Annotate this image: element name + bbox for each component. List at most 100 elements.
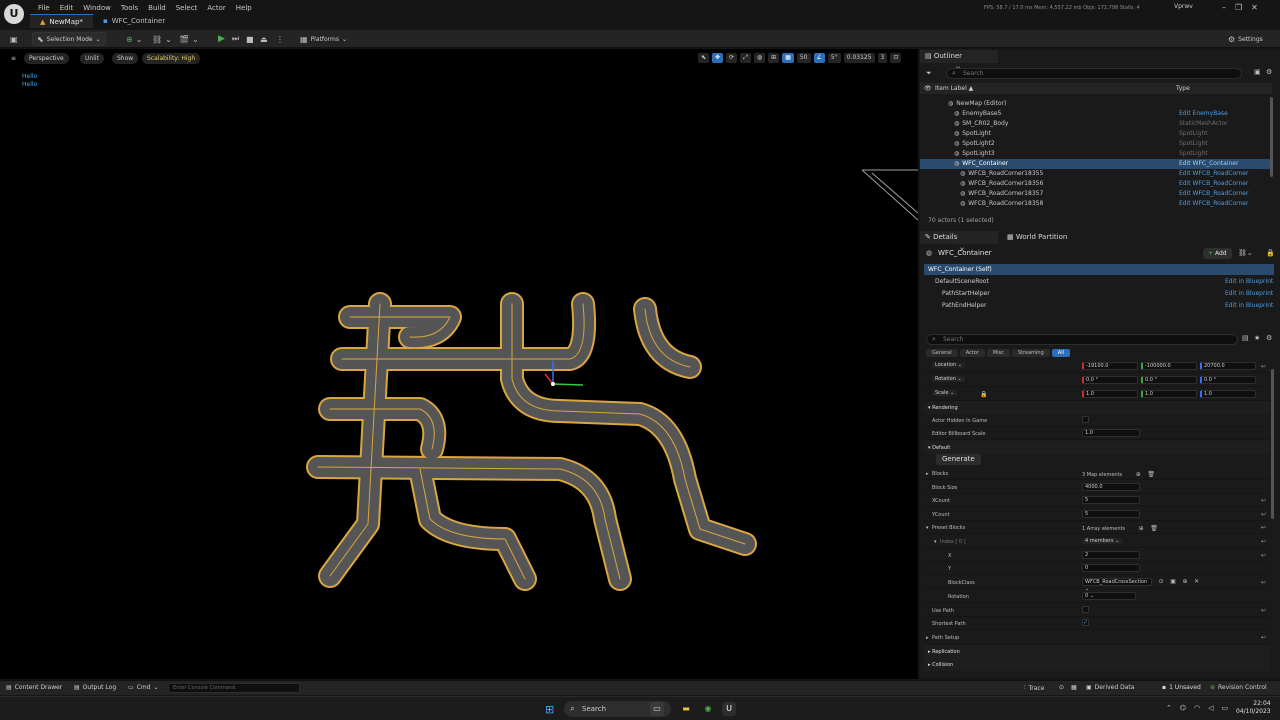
network-icon[interactable]: ⌬ bbox=[1180, 704, 1186, 712]
tab-newmap[interactable]: ▲ NewMap* bbox=[30, 14, 93, 28]
edit-in-blueprint-link[interactable]: Edit in Blueprint bbox=[1225, 302, 1273, 309]
xcount-field[interactable]: 5 bbox=[1082, 496, 1140, 504]
add-icon[interactable]: ⊕ bbox=[1182, 578, 1187, 585]
reset-icon[interactable]: ↩ bbox=[1261, 579, 1266, 586]
reset-icon[interactable]: ↩ bbox=[1261, 511, 1266, 518]
unreal-logo-icon[interactable]: U bbox=[4, 4, 24, 24]
scale-tool-icon[interactable]: ⤢ bbox=[740, 53, 751, 63]
trace-button[interactable]: ⫶ Trace bbox=[1024, 684, 1044, 692]
edit-in-blueprint-link[interactable]: Edit in Blueprint bbox=[1225, 290, 1273, 297]
index-members-dropdown[interactable]: 4 members ⌄ bbox=[1082, 538, 1123, 544]
rotation-snap-icon[interactable]: ∠ bbox=[813, 53, 825, 63]
expand-icon[interactable]: ▸ bbox=[926, 635, 929, 641]
outliner-row[interactable]: ◍ WFCB_RoadCorner18356 Edit WFCB_RoadCorne… bbox=[920, 179, 1270, 189]
path-setup-row[interactable]: ▸ Path Setup ↩ bbox=[924, 631, 1270, 644]
camera-speed-value[interactable]: 3 bbox=[877, 53, 888, 63]
scale-y-field[interactable]: 1.0 bbox=[1141, 390, 1197, 398]
scale-z-field[interactable]: 1.0 bbox=[1200, 390, 1256, 398]
file-explorer-icon[interactable]: ▬ bbox=[679, 702, 693, 716]
unlit-button[interactable]: Unlit bbox=[80, 53, 104, 64]
content-drawer-button[interactable]: ▤ Content Drawer bbox=[6, 684, 62, 691]
menu-select[interactable]: Select bbox=[171, 1, 203, 15]
outliner-row[interactable]: ◍ SpotLight2 SpotLight bbox=[920, 139, 1270, 149]
show-button[interactable]: Show bbox=[112, 53, 139, 64]
eject-icon[interactable]: ⏏ bbox=[256, 32, 272, 46]
table-view-icon[interactable]: ▤ bbox=[1242, 334, 1249, 342]
wifi-icon[interactable]: ◠ bbox=[1194, 704, 1200, 712]
billboard-scale-field[interactable]: 1.0 bbox=[1082, 429, 1140, 437]
outliner-row-type[interactable]: Edit EnemyBase bbox=[1179, 110, 1228, 117]
outliner-row-type[interactable]: Edit WFCB_RoadCorner bbox=[1179, 190, 1248, 197]
add-element-icon[interactable]: ⊕ bbox=[1136, 471, 1141, 478]
details-scrollbar[interactable] bbox=[1271, 369, 1274, 519]
grid-snap-value[interactable]: 50 bbox=[796, 53, 811, 63]
collision-section[interactable]: ▸ Collision bbox=[924, 658, 1270, 671]
level-viewport[interactable]: ≡ Perspective Unlit Show Scalability: Hi… bbox=[0, 49, 918, 679]
app-icon[interactable]: ▭ bbox=[650, 702, 664, 716]
menu-edit[interactable]: Edit bbox=[55, 1, 79, 15]
y-field[interactable]: 0 bbox=[1082, 564, 1140, 572]
generate-button[interactable]: Generate bbox=[936, 454, 981, 465]
reset-icon[interactable]: ↩ bbox=[1261, 524, 1266, 531]
trash-icon[interactable]: 🗑 bbox=[1147, 471, 1155, 478]
shortest-path-checkbox[interactable]: ✓ bbox=[1082, 619, 1089, 626]
scale-snap-value[interactable]: 0.03125 bbox=[843, 53, 875, 63]
use-path-checkbox[interactable] bbox=[1082, 606, 1089, 613]
rotate-tool-icon[interactable]: ⟳ bbox=[726, 53, 738, 63]
expand-icon[interactable]: ▸ bbox=[926, 471, 929, 477]
scalability-button[interactable]: Scalability: High bbox=[142, 53, 201, 64]
unsaved-button[interactable]: ▪ 1 Unsaved bbox=[1162, 684, 1201, 691]
chrome-icon[interactable]: ◉ bbox=[701, 702, 715, 716]
add-folder-icon[interactable]: ▣ bbox=[1254, 68, 1261, 76]
tab-world-partition[interactable]: ▦ World Partition bbox=[1002, 231, 1072, 244]
location-z-field[interactable]: 20700.0 bbox=[1200, 362, 1256, 370]
blueprint-options-icon[interactable]: ⛓⌄ bbox=[1238, 249, 1253, 257]
ycount-field[interactable]: 5 bbox=[1082, 510, 1140, 518]
column-type[interactable]: Type bbox=[1176, 85, 1190, 92]
default-section[interactable]: ▾ Default bbox=[924, 441, 1270, 454]
settings-button[interactable]: ⚙ Settings bbox=[1224, 32, 1267, 46]
derived-data-button[interactable]: ▣ Derived Data bbox=[1086, 684, 1134, 691]
reset-icon[interactable]: ↩ bbox=[1261, 538, 1266, 545]
filter-streaming[interactable]: Streaming bbox=[1011, 349, 1050, 357]
rotation-z-field[interactable]: 0.0 ° bbox=[1200, 376, 1256, 384]
collapse-icon[interactable]: ▾ bbox=[934, 539, 937, 545]
outliner-row[interactable]: ◍ WFCB_RoadCorner18355 Edit WFCB_RoadCorne… bbox=[920, 169, 1270, 179]
add-element-icon[interactable]: ⊕ bbox=[1139, 525, 1144, 532]
outliner-row-type[interactable]: Edit WFCB_RoadCorner bbox=[1179, 200, 1248, 207]
lock-icon[interactable]: 🔒 bbox=[980, 391, 987, 398]
minimize-icon[interactable]: – bbox=[1222, 3, 1226, 12]
filter-general[interactable]: General bbox=[926, 349, 958, 357]
location-y-field[interactable]: -100000.0 bbox=[1141, 362, 1197, 370]
rotation-dropdown[interactable]: Rotation ⌄ bbox=[932, 376, 965, 382]
edit-in-blueprint-link[interactable]: Edit in Blueprint bbox=[1225, 278, 1273, 285]
rotation2-dropdown[interactable]: 0 ⌄ bbox=[1082, 592, 1136, 600]
cinematics-icon[interactable]: 🎬 ⌄ bbox=[175, 32, 203, 46]
save-icon[interactable]: ▣ bbox=[6, 32, 22, 46]
browse-icon[interactable]: ▣ bbox=[1170, 578, 1176, 585]
windows-start-icon[interactable]: ⊞ bbox=[545, 703, 554, 716]
scale-x-field[interactable]: 1.0 bbox=[1082, 390, 1138, 398]
clear-icon[interactable]: ✕ bbox=[1194, 578, 1199, 585]
menu-help[interactable]: Help bbox=[231, 1, 257, 15]
tab-outliner[interactable]: ▤ Outliner ✕ bbox=[920, 50, 998, 73]
surface-snap-icon[interactable]: ⊞ bbox=[768, 53, 780, 63]
column-item-label[interactable]: Item Label ▲ bbox=[935, 85, 973, 92]
unreal-taskbar-icon[interactable]: U bbox=[722, 702, 736, 716]
visibility-icon[interactable]: 👁 bbox=[924, 85, 932, 92]
maximize-viewport-icon[interactable]: ⊡ bbox=[890, 53, 902, 63]
select-tool-icon[interactable]: ⬉ bbox=[698, 53, 710, 63]
volume-icon[interactable]: ◁ bbox=[1208, 704, 1213, 712]
grid-snap-icon[interactable]: ▦ bbox=[782, 53, 794, 63]
component-row[interactable]: DefaultSceneRoot Edit in Blueprint bbox=[924, 276, 1274, 287]
tab-wfc-container[interactable]: ▪ WFC_Container bbox=[93, 14, 175, 28]
outliner-row[interactable]: ◍ SM_CR02_Body StaticMeshActor bbox=[920, 119, 1270, 129]
play-button[interactable]: ▶ bbox=[214, 32, 229, 46]
tab-details[interactable]: ✎ Details ✕ bbox=[920, 231, 998, 254]
outliner-row[interactable]: ◍ SpotLight SpotLight bbox=[920, 129, 1270, 139]
clock[interactable]: 22:04 04/10/2023 bbox=[1236, 700, 1271, 716]
maximize-icon[interactable]: ❐ bbox=[1235, 3, 1242, 12]
menu-build[interactable]: Build bbox=[143, 1, 171, 15]
gear-icon[interactable]: ⚙ bbox=[1266, 68, 1272, 76]
viewport-options-icon[interactable]: ≡ bbox=[6, 53, 21, 64]
